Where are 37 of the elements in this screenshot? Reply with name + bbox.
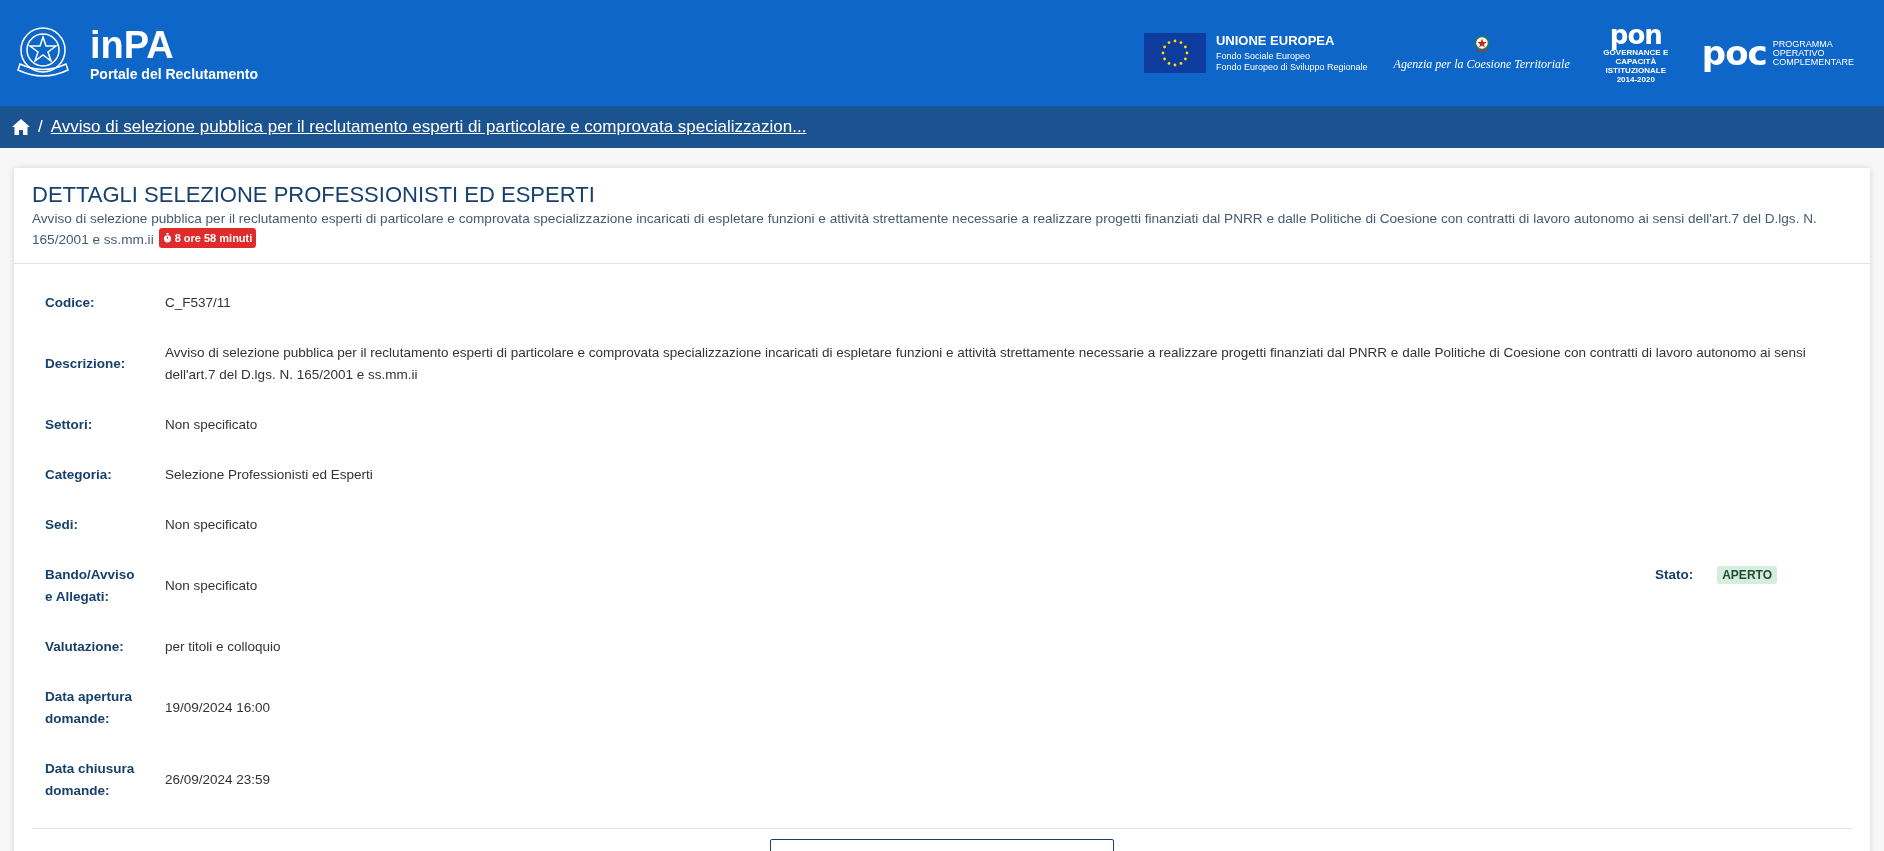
field-label: Sedi: bbox=[45, 516, 79, 534]
eu-flag-icon bbox=[1143, 33, 1206, 73]
field-value: Selezione Professionisti ed Esperti bbox=[165, 466, 374, 484]
eu-title: UNIONE EUROPEA bbox=[1215, 33, 1336, 48]
eu-fund-text: Fondo Europeo di Sviluppo Regionale bbox=[1215, 62, 1368, 73]
field-value: 19/09/2024 16:00 bbox=[165, 699, 272, 717]
breadcrumb-separator: / bbox=[38, 117, 43, 137]
field-value: Non specificato bbox=[165, 516, 259, 534]
field-value: Non specificato bbox=[165, 577, 259, 595]
field-label: Settori: bbox=[45, 416, 94, 434]
field-label: Valutazione: bbox=[45, 638, 125, 656]
republic-emblem-icon bbox=[1473, 34, 1490, 53]
field-label: Codice: bbox=[45, 294, 96, 312]
status-label: Stato: bbox=[1654, 566, 1694, 584]
home-icon[interactable] bbox=[12, 119, 30, 135]
field-value: Avviso di selezione pubblica per il reclutamento esperti di particolare e comprovata specializzazione incaricati di espletare funzioni e attività strettamente necessarie a realizzare progetti finanziati dal PNRR e dalle Politiche di Coesione con contratti di lavoro autonomo ai sensi dell'art.7 del D.lgs. N. 165/2001 e ss.mm.ii bbox=[165, 344, 1807, 384]
field-label: Data chiusura domande: bbox=[45, 760, 136, 800]
field-label: Bando/Avviso e Allegati: bbox=[45, 566, 136, 606]
status-badge: APERTO bbox=[1717, 566, 1777, 584]
field-label: Categoria: bbox=[45, 466, 113, 484]
field-label: Data apertura domande: bbox=[45, 688, 134, 728]
poc-caption: PROGRAMMA OPERATIVO COMPLEMENTARE bbox=[1772, 39, 1854, 67]
eu-fund-text: Fondo Sociale Europeo bbox=[1215, 51, 1312, 62]
pon-logo: pon bbox=[1609, 22, 1662, 48]
field-value: 26/09/2024 23:59 bbox=[165, 771, 272, 789]
field-value: Non specificato bbox=[165, 416, 259, 434]
agency-name: Agenzia per la Coesione Territoriale bbox=[1393, 56, 1570, 72]
poc-logo: poc bbox=[1701, 36, 1767, 70]
breadcrumb-link[interactable]: Avviso di selezione pubblica per il reclutamento esperti di particolare e comprovata specializzazion... bbox=[50, 117, 807, 137]
field-label: Descrizione: bbox=[45, 355, 127, 373]
time-left-badge: 8 ore 58 minuti bbox=[158, 228, 257, 248]
site-title: inPA bbox=[90, 24, 175, 66]
site-subtitle: Portale del Reclutamento bbox=[90, 66, 259, 82]
field-value: C_F537/11 bbox=[165, 294, 232, 312]
card-description: Avviso di selezione pubblica per il reclutamento esperti di particolare e comprovata specializzazione incaricati di espletare funzioni e attività strettamente necessarie a realizzare progetti finanziati dal PNRR e dalle Politiche di Coesione con contratti di lavoro autonomo ai sensi dell'art.7 del D.lgs. N. 165/2001 e ss.mm.ii 8 ore 58 minuti bbox=[32, 210, 1818, 249]
card-title: DETTAGLI SELEZIONE PROFESSIONISTI ED ESPERTI bbox=[32, 182, 596, 208]
field-value: per titoli e colloquio bbox=[165, 638, 282, 656]
